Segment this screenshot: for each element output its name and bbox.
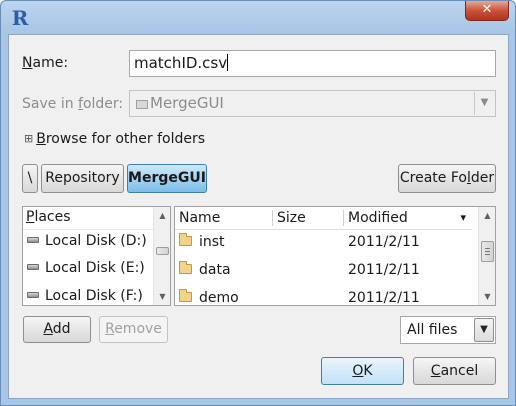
file-modified: 2011/2/11 (348, 290, 420, 306)
chevron-down-icon: ▼ (474, 92, 494, 115)
close-button[interactable]: ✕ (465, 1, 509, 21)
places-scrollbar[interactable]: ▲ ▼ (153, 207, 170, 305)
sort-descending-icon: ▾ (460, 211, 466, 224)
path-segment-mergegui[interactable]: MergeGUI (127, 164, 207, 193)
remove-place-button: Remove (99, 316, 168, 343)
place-item-e[interactable]: Local Disk (E:) (27, 255, 145, 281)
place-item-label: Local Disk (D:) (45, 233, 147, 249)
scroll-up-icon[interactable]: ▲ (154, 207, 170, 224)
path-segment-repository[interactable]: Repository (41, 164, 124, 193)
ok-button[interactable]: OK (321, 357, 404, 385)
scroll-down-icon[interactable]: ▼ (154, 288, 170, 305)
column-header-modified[interactable]: Modified ▾ (344, 207, 472, 229)
scrollbar-thumb[interactable] (156, 247, 169, 255)
grip-line (485, 254, 490, 255)
title-bar[interactable]: R ✕ (1, 1, 515, 35)
file-row-demo[interactable]: demo 2011/2/11 (175, 284, 471, 306)
expand-toggle-icon[interactable]: ⊞ (24, 132, 33, 145)
folder-icon (179, 289, 192, 302)
save-in-folder-value: MergeGUI (150, 94, 224, 112)
name-label: Name: (22, 55, 69, 71)
folder-small-icon (136, 100, 148, 109)
file-row-data[interactable]: data 2011/2/11 (175, 256, 471, 284)
file-name: data (199, 262, 231, 278)
filename-value: matchID.csv (134, 54, 228, 72)
place-item-label: Local Disk (F:) (45, 288, 143, 304)
browse-label: rowse for other folders (45, 131, 206, 147)
create-folder-button[interactable]: Create Folder (398, 164, 496, 193)
path-root-button[interactable]: \ (22, 164, 38, 193)
r-logo-icon: R (11, 6, 29, 30)
hard-disk-icon (27, 292, 39, 298)
hard-disk-icon (27, 264, 39, 270)
file-save-dialog: R ✕ Name: matchID.csv Save in folder: Me… (0, 0, 516, 406)
file-type-filter[interactable]: All files ▼ (400, 316, 496, 344)
file-modified: 2011/2/11 (348, 262, 420, 278)
places-header[interactable]: Places (26, 209, 71, 225)
place-item-f[interactable]: Local Disk (F:) (27, 283, 143, 305)
places-panel: Places Local Disk (D:) Local Disk (E:) L… (22, 206, 171, 306)
file-name: demo (199, 290, 239, 306)
file-modified: 2011/2/11 (348, 234, 420, 250)
browse-label-mnemonic: B (36, 131, 46, 147)
file-name: inst (199, 234, 225, 250)
grip-line (485, 251, 490, 252)
add-place-button[interactable]: Add (23, 316, 91, 343)
place-item-label: Local Disk (E:) (45, 260, 145, 276)
browse-folders-expander[interactable]: ⊞ Browse for other folders (24, 131, 205, 147)
save-in-folder-combo: MergeGUI ▼ (129, 90, 496, 117)
place-item-d[interactable]: Local Disk (D:) (27, 228, 147, 254)
file-row-inst[interactable]: inst 2011/2/11 (175, 228, 471, 256)
save-in-folder-label: Save in folder: (22, 96, 124, 112)
scroll-up-icon[interactable]: ▲ (479, 207, 495, 224)
file-list-scrollbar[interactable]: ▲ ▼ (478, 207, 495, 305)
column-header-name[interactable]: Name (175, 207, 271, 229)
cancel-button[interactable]: Cancel (413, 357, 496, 385)
grip-line (485, 248, 490, 249)
column-header-size[interactable]: Size (273, 207, 343, 229)
chevron-down-icon[interactable]: ▼ (474, 318, 494, 342)
filename-input[interactable]: matchID.csv (129, 50, 496, 77)
file-list-panel: Name Size Modified ▾ inst 2011/2/11 data … (174, 206, 496, 306)
file-type-filter-value: All files (407, 322, 458, 338)
scrollbar-thumb[interactable] (481, 241, 494, 262)
hard-disk-icon (27, 237, 39, 243)
folder-icon (179, 233, 192, 246)
dialog-body: Name: matchID.csv Save in folder: MergeG… (8, 34, 509, 399)
folder-icon (179, 261, 192, 274)
text-caret (227, 54, 229, 71)
scroll-down-icon[interactable]: ▼ (479, 288, 495, 305)
